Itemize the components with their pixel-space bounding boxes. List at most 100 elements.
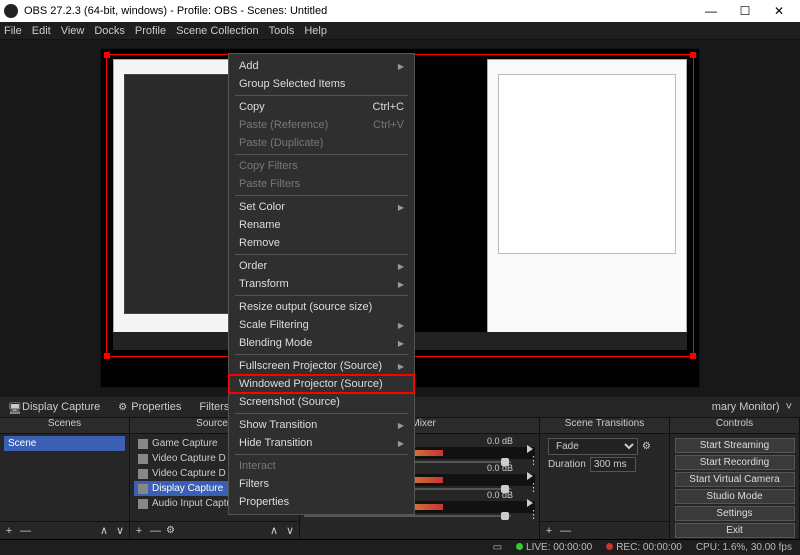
monitor-dropdown[interactable]: mary Monitor) ˅ xyxy=(712,401,792,413)
scene-up-button[interactable]: ∧ xyxy=(99,524,109,537)
volume-slider[interactable] xyxy=(304,515,511,517)
window-titlebar: OBS 27.2.3 (64-bit, windows) - Profile: … xyxy=(0,0,800,22)
submenu-arrow-icon: ▶ xyxy=(398,203,404,212)
scene-transitions-panel: Scene Transitions Fade ⚙ Duration + — xyxy=(540,418,670,539)
submenu-arrow-icon: ▶ xyxy=(398,62,404,71)
context-show-transition[interactable]: Show Transition▶ xyxy=(229,416,414,434)
menu-scene-collection[interactable]: Scene Collection xyxy=(176,25,259,37)
display-icon: 🖥 xyxy=(8,402,18,412)
context-set-color[interactable]: Set Color▶ xyxy=(229,198,414,216)
source-settings-button[interactable]: ⚙ xyxy=(166,525,175,536)
resize-handle[interactable] xyxy=(104,52,110,58)
control-start-virtual-camera-button[interactable]: Start Virtual Camera xyxy=(675,472,795,487)
menu-help[interactable]: Help xyxy=(304,25,327,37)
menu-separator xyxy=(235,454,408,455)
add-transition-button[interactable]: + xyxy=(544,525,554,537)
control-start-streaming-button[interactable]: Start Streaming xyxy=(675,438,795,453)
context-transform[interactable]: Transform▶ xyxy=(229,275,414,293)
context-properties[interactable]: Properties xyxy=(229,493,414,511)
track-db: 0.0 dB xyxy=(487,490,513,500)
speaker-icon[interactable] xyxy=(527,445,533,453)
context-order[interactable]: Order▶ xyxy=(229,257,414,275)
menu-separator xyxy=(235,254,408,255)
menu-bar: File Edit View Docks Profile Scene Collection… xyxy=(0,22,800,40)
track-db: 0.0 dB xyxy=(487,463,513,473)
context-blending-mode[interactable]: Blending Mode▶ xyxy=(229,334,414,352)
live-dot-icon xyxy=(516,543,523,550)
slider-knob[interactable] xyxy=(501,512,509,520)
duration-label: Duration xyxy=(548,459,586,470)
context-fullscreen-projector-source-[interactable]: Fullscreen Projector (Source)▶ xyxy=(229,357,414,375)
context-screenshot-source-[interactable]: Screenshot (Source) xyxy=(229,393,414,411)
submenu-arrow-icon: ▶ xyxy=(398,262,404,271)
cpu-status: CPU: 1.6%, 30.00 fps xyxy=(696,542,792,553)
speaker-icon[interactable] xyxy=(527,499,533,507)
menu-docks[interactable]: Docks xyxy=(94,25,125,37)
rec-dot-icon xyxy=(606,543,613,550)
track-menu-icon[interactable]: ⋮ xyxy=(528,508,539,521)
source-type-icon xyxy=(138,469,148,479)
menu-view[interactable]: View xyxy=(61,25,85,37)
close-button[interactable]: ✕ xyxy=(762,4,796,18)
source-down-button[interactable]: ∨ xyxy=(285,524,295,537)
maximize-button[interactable]: ☐ xyxy=(728,4,762,18)
menu-profile[interactable]: Profile xyxy=(135,25,166,37)
submenu-arrow-icon: ▶ xyxy=(398,362,404,371)
submenu-arrow-icon: ▶ xyxy=(398,421,404,430)
speaker-icon[interactable] xyxy=(527,472,533,480)
remove-scene-button[interactable]: — xyxy=(20,525,30,537)
scene-item[interactable]: Scene xyxy=(4,436,125,451)
menu-separator xyxy=(235,195,408,196)
menu-tools[interactable]: Tools xyxy=(269,25,295,37)
source-type-icon xyxy=(138,499,148,509)
menu-separator xyxy=(235,154,408,155)
track-db: 0.0 dB xyxy=(487,436,513,446)
context-group-selected-items[interactable]: Group Selected Items xyxy=(229,75,414,93)
scenes-panel: Scenes Scene + — ∧ ∨ xyxy=(0,418,130,539)
source-type-icon xyxy=(138,484,148,494)
control-exit-button[interactable]: Exit xyxy=(675,523,795,538)
properties-button[interactable]: ⚙ Properties xyxy=(118,401,181,413)
context-remove[interactable]: Remove xyxy=(229,234,414,252)
menu-separator xyxy=(235,354,408,355)
filters-button[interactable]: Filters xyxy=(199,401,229,413)
context-rename[interactable]: Rename xyxy=(229,216,414,234)
duration-input[interactable] xyxy=(590,457,636,472)
add-source-button[interactable]: + xyxy=(134,525,144,537)
controls-panel: Controls Start Streaming Start Recording S… xyxy=(670,418,800,539)
scene-down-button[interactable]: ∨ xyxy=(115,524,125,537)
transition-settings-button[interactable]: ⚙ xyxy=(642,441,651,452)
selected-source-label: 🖥 Display Capture xyxy=(8,401,100,413)
transition-select[interactable]: Fade xyxy=(548,438,638,455)
menu-edit[interactable]: Edit xyxy=(32,25,51,37)
control-studio-mode-button[interactable]: Studio Mode xyxy=(675,489,795,504)
resize-handle[interactable] xyxy=(104,353,110,359)
source-type-icon xyxy=(138,454,148,464)
remove-source-button[interactable]: — xyxy=(150,525,160,537)
context-add[interactable]: Add▶ xyxy=(229,57,414,75)
add-scene-button[interactable]: + xyxy=(4,525,14,537)
submenu-arrow-icon: ▶ xyxy=(398,439,404,448)
menu-file[interactable]: File xyxy=(4,25,22,37)
menu-separator xyxy=(235,413,408,414)
window-title: OBS 27.2.3 (64-bit, windows) - Profile: … xyxy=(24,5,694,17)
context-hide-transition[interactable]: Hide Transition▶ xyxy=(229,434,414,452)
menu-separator xyxy=(235,295,408,296)
source-up-button[interactable]: ∧ xyxy=(269,524,279,537)
context-windowed-projector-source-[interactable]: Windowed Projector (Source) xyxy=(229,375,414,393)
source-type-icon xyxy=(138,439,148,449)
context-scale-filtering[interactable]: Scale Filtering▶ xyxy=(229,316,414,334)
context-copy[interactable]: CopyCtrl+C xyxy=(229,98,414,116)
context-filters[interactable]: Filters xyxy=(229,475,414,493)
minimize-button[interactable]: — xyxy=(694,4,728,18)
panel-title: Controls xyxy=(670,418,799,434)
control-start-recording-button[interactable]: Start Recording xyxy=(675,455,795,470)
resize-handle[interactable] xyxy=(690,353,696,359)
context-paste-filters: Paste Filters xyxy=(229,175,414,193)
context-resize-output-source-size-[interactable]: Resize output (source size) xyxy=(229,298,414,316)
remove-transition-button[interactable]: — xyxy=(560,525,570,537)
panel-title: Scene Transitions xyxy=(540,418,669,434)
chevron-down-icon: ˅ xyxy=(786,401,792,413)
control-settings-button[interactable]: Settings xyxy=(675,506,795,521)
resize-handle[interactable] xyxy=(690,52,696,58)
